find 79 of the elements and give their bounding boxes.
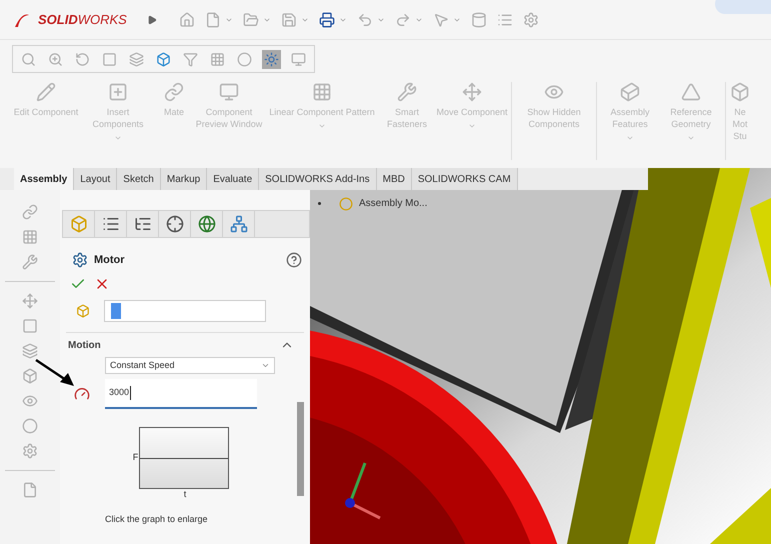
folder-icon[interactable] — [242, 12, 259, 28]
tree-icon — [134, 215, 152, 233]
settings-icon[interactable] — [522, 12, 539, 28]
list-icon[interactable] — [496, 12, 513, 28]
ribbon-tab[interactable]: Sketch — [117, 168, 161, 190]
view-button[interactable] — [127, 50, 146, 68]
play-icon[interactable] — [146, 14, 157, 24]
ribbon-tab[interactable]: MBD — [376, 168, 412, 190]
link-icon — [164, 82, 184, 102]
help-icon[interactable] — [286, 252, 302, 268]
cube-icon — [730, 82, 750, 102]
wrench-icon[interactable] — [22, 254, 38, 270]
list-icon — [102, 215, 120, 233]
component-field[interactable] — [104, 300, 266, 322]
panel-title: Motor — [94, 252, 126, 268]
triangle-icon — [681, 82, 701, 102]
cursor-icon[interactable] — [432, 12, 449, 28]
assembly-icon — [339, 196, 353, 210]
scrollbar-thumb[interactable] — [297, 402, 304, 496]
selection-marker — [111, 303, 121, 319]
layers-icon — [129, 52, 144, 66]
move-icon — [462, 82, 482, 102]
expand-bullet[interactable] — [318, 202, 321, 205]
network-icon — [230, 215, 248, 233]
motor-type-dropdown[interactable]: Constant Speed — [105, 357, 275, 374]
eye-icon[interactable] — [22, 393, 38, 409]
ribbon-tab[interactable]: SOLIDWORKS Add-Ins — [259, 168, 377, 190]
motor-icon — [72, 252, 88, 268]
settings-icon[interactable] — [22, 443, 38, 459]
globe-icon — [198, 215, 216, 233]
move-icon[interactable] — [22, 293, 38, 309]
circle-icon[interactable] — [22, 418, 38, 434]
speed-input[interactable]: 3000 — [105, 379, 257, 409]
component-icon — [76, 304, 90, 318]
save-icon[interactable] — [280, 12, 297, 28]
zoom-icon — [48, 52, 63, 66]
grid-icon — [210, 52, 225, 66]
square-icon[interactable] — [22, 318, 38, 334]
search-icon — [21, 52, 36, 66]
section-title: Motion — [68, 338, 102, 352]
home-icon[interactable] — [178, 12, 195, 28]
grid-icon — [312, 82, 332, 102]
filter-icon — [183, 52, 198, 66]
plus-icon — [108, 82, 128, 102]
ribbon-tab[interactable]: Markup — [160, 168, 208, 190]
printer-icon[interactable] — [318, 12, 335, 28]
ribbon-tab[interactable]: Layout — [74, 168, 118, 190]
crosshair-icon — [166, 215, 184, 233]
view-button[interactable] — [235, 50, 254, 68]
tree-item[interactable]: Assembly Mo... — [359, 196, 428, 211]
square-icon — [102, 52, 117, 66]
sun-icon — [264, 52, 279, 66]
file-icon[interactable] — [22, 482, 38, 498]
ribbon-tab[interactable]: Evaluate — [207, 168, 260, 190]
speed-icon — [74, 386, 90, 402]
cube-icon[interactable] — [22, 368, 38, 384]
pointer-arrow — [34, 358, 76, 388]
pencil-icon — [36, 82, 56, 102]
grid-icon[interactable] — [22, 229, 38, 245]
circle-icon — [237, 52, 252, 66]
rotate-icon — [75, 52, 90, 66]
app-logo: SOLIDWORKS — [38, 10, 127, 29]
redo-icon[interactable] — [394, 12, 411, 28]
ribbon-tab[interactable]: SOLIDWORKS CAM — [412, 168, 518, 190]
monitor-icon — [219, 82, 239, 102]
cube-icon — [70, 215, 88, 233]
cylinder-icon[interactable] — [470, 12, 487, 28]
caret-icon — [261, 361, 270, 370]
graph-hint: Click the graph to enlarge — [105, 513, 209, 526]
undo-icon[interactable] — [356, 12, 373, 28]
ribbon-tab[interactable]: Assembly — [14, 168, 74, 190]
file-icon[interactable] — [204, 12, 221, 28]
cube-icon — [156, 52, 171, 66]
cuboid-icon — [620, 82, 640, 102]
monitor-icon — [291, 52, 306, 66]
layers-icon[interactable] — [22, 343, 38, 359]
link-icon[interactable] — [22, 204, 38, 220]
wrench-icon — [397, 82, 417, 102]
view-button[interactable] — [262, 50, 281, 68]
